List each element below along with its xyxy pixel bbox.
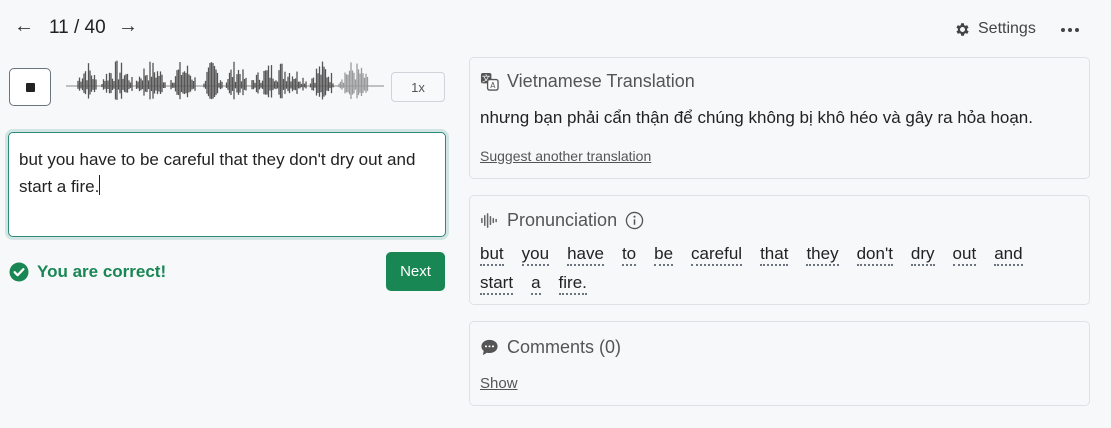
pronunciation-title: Pronunciation (507, 210, 618, 230)
pronunciation-word[interactable]: out (952, 244, 977, 266)
info-icon[interactable] (625, 211, 644, 230)
correct-message: You are correct! (37, 262, 167, 281)
pronunciation-word[interactable]: but (480, 244, 504, 266)
pronunciation-card: Pronunciation but you have to be careful that t… (469, 195, 1090, 305)
playback-speed-button[interactable]: 1x (391, 72, 445, 102)
pronunciation-word[interactable]: be (654, 244, 674, 266)
more-options-icon[interactable] (1061, 20, 1079, 40)
next-arrow-icon[interactable]: → (118, 16, 138, 36)
next-button[interactable]: Next (386, 252, 445, 291)
pronunciation-word[interactable]: to (621, 244, 637, 266)
settings-button[interactable]: Settings (954, 20, 1036, 38)
check-circle-icon (9, 262, 29, 282)
pronunciation-word[interactable]: that (760, 244, 789, 266)
suggest-translation-link[interactable]: Suggest another translation (480, 148, 651, 164)
pronunciation-word[interactable]: dry (910, 244, 935, 266)
pronunciation-word[interactable]: and (994, 244, 1023, 266)
answer-textarea[interactable]: but you have to be careful that they don… (8, 132, 446, 237)
translate-icon: 文 A (480, 73, 499, 91)
pronunciation-word[interactable]: they (806, 244, 839, 266)
settings-label: Settings (978, 20, 1036, 37)
show-comments-link[interactable]: Show (480, 375, 518, 392)
comments-card: Comments (0) Show (469, 321, 1090, 406)
chat-bubble-icon (481, 339, 498, 356)
answer-text: but you have to be careful that they don… (19, 150, 416, 196)
pronunciation-word[interactable]: don't (856, 244, 893, 266)
pronunciation-word[interactable]: a (531, 273, 541, 295)
translation-title: Vietnamese Translation (507, 71, 695, 91)
pronunciation-word[interactable]: start (480, 273, 514, 295)
translation-text: nhưng bạn phải cẩn thận để chúng không b… (480, 108, 1033, 127)
pronunciation-word[interactable]: fire. (558, 273, 587, 295)
gear-icon (956, 22, 969, 36)
audio-waveform[interactable] (66, 58, 384, 114)
pronunciation-word[interactable]: have (567, 244, 604, 266)
translation-card: 文 A Vietnamese Translation nhưng bạn phả… (469, 57, 1090, 179)
svg-text:A: A (490, 81, 496, 90)
pronunciation-words: but you have to be careful that they don't dry out… (480, 244, 1080, 302)
stop-icon (25, 82, 35, 92)
pronunciation-word[interactable]: careful (691, 244, 743, 266)
stop-button[interactable] (9, 68, 51, 106)
pronunciation-word[interactable]: you (521, 244, 550, 266)
audio-waves-icon (481, 213, 497, 228)
prev-arrow-icon[interactable]: ← (14, 16, 34, 36)
comments-title: Comments (0) (507, 337, 622, 357)
correct-feedback: You are correct! (9, 262, 166, 282)
sentence-counter: 11 / 40 (49, 17, 106, 38)
